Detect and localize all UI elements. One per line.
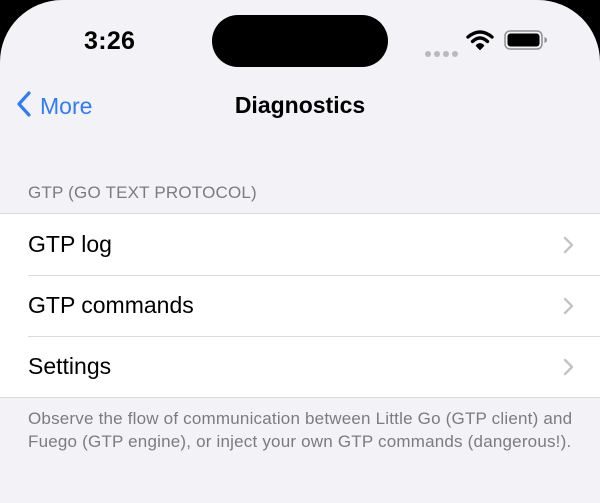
settings-list: GTP log GTP commands Settings <box>0 213 600 398</box>
section-header: GTP (GO TEXT PROTOCOL) <box>28 183 257 202</box>
list-item-gtp-commands[interactable]: GTP commands <box>0 275 600 336</box>
chevron-right-icon <box>563 358 574 381</box>
list-item-settings[interactable]: Settings <box>0 336 600 397</box>
chevron-right-icon <box>563 236 574 259</box>
battery-icon <box>504 30 548 55</box>
list-item-label: Settings <box>28 353 112 379</box>
back-button[interactable]: More <box>16 88 92 124</box>
wifi-icon <box>466 29 494 56</box>
chevron-right-icon <box>563 297 574 320</box>
chevron-left-icon <box>16 90 32 123</box>
phone-screen: 3:26 Diagnostics More GTP (GO TEXT PROTO… <box>0 0 600 503</box>
list-item-label: GTP commands <box>28 292 194 318</box>
cellular-signal-icon <box>425 44 461 62</box>
list-item-label: GTP log <box>28 231 112 257</box>
section-footer: Observe the flow of communication betwee… <box>28 409 573 451</box>
status-time: 3:26 <box>84 27 136 55</box>
list-item-gtp-log[interactable]: GTP log <box>0 214 600 275</box>
back-button-label: More <box>40 92 93 119</box>
dynamic-island <box>212 15 388 67</box>
